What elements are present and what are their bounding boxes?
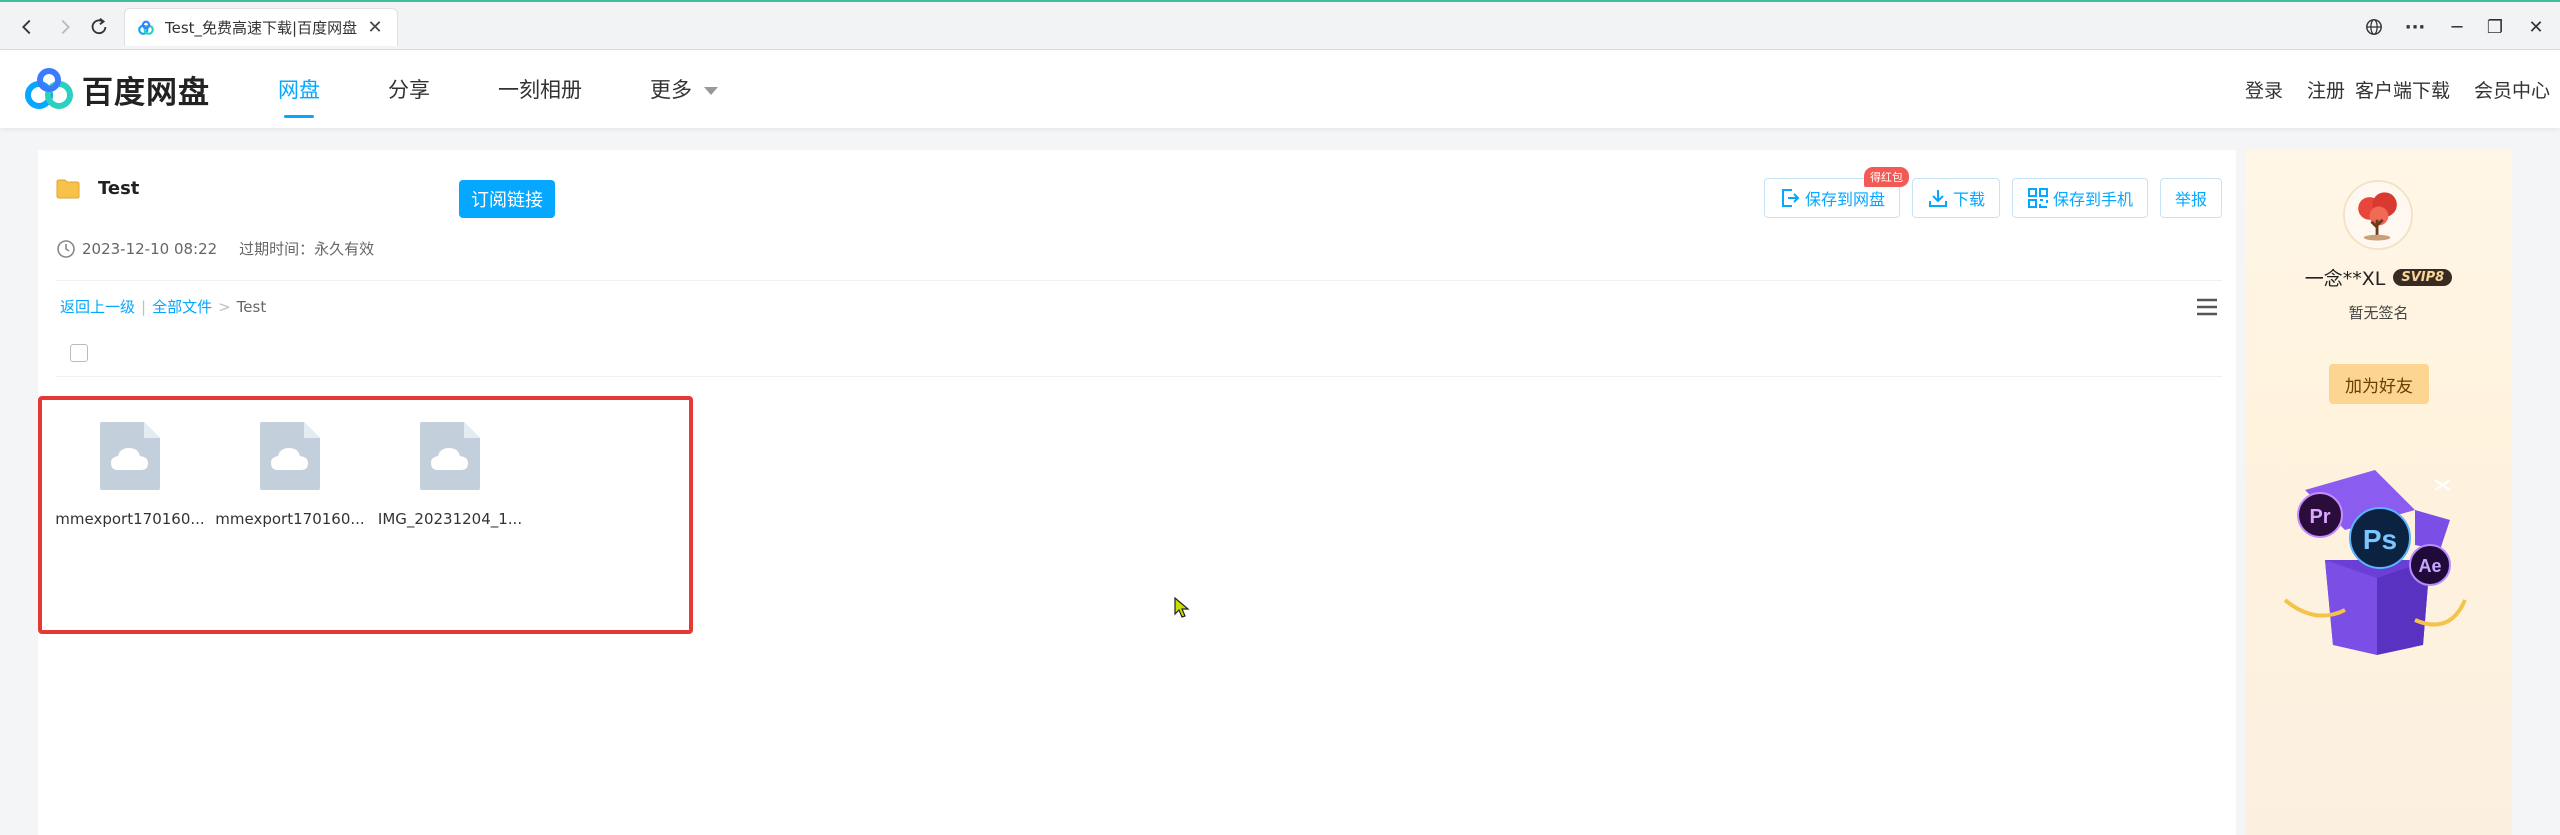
reload-icon[interactable] [84,12,114,42]
client-download-link[interactable]: 客户端下载 [2355,76,2450,103]
breadcrumb-separator: | [141,297,147,316]
sharer-signature: 暂无签名 [2348,304,2409,322]
save-to-cloud-button[interactable]: 保存到网盘 得红包 [1763,167,1909,218]
report-button[interactable]: 举报 [2159,178,2222,218]
minimize-icon[interactable]: ─ [2440,12,2474,42]
save-to-cloud-icon [1781,189,1800,207]
file-item[interactable]: IMG_20231204_1... [375,420,525,528]
site-header: 百度网盘 网盘 分享 一刻相册 更多 登录 注册 客户端下载 会员中心 [0,50,2560,128]
breadcrumb-arrow: > [218,297,231,316]
share-title-row: Test [56,178,139,199]
file-item[interactable]: mmexport170160... [215,420,365,528]
breadcrumb-all-files-link[interactable]: 全部文件 [152,296,212,317]
premiere-icon: Pr [2297,492,2343,538]
save-to-cloud-label: 保存到网盘 [1804,190,1885,209]
after-effects-icon: Ae [2409,544,2451,586]
folder-icon [56,179,80,198]
sharer-username-row: 一念**XL SVIP8 [2245,264,2512,291]
globe-icon[interactable] [2357,12,2391,42]
file-name: mmexport170160... [55,510,205,528]
tree-avatar-icon [2345,182,2411,248]
window-close-icon[interactable]: ✕ [2519,12,2553,42]
after-effects-label: Ae [2418,556,2441,576]
more-menu-icon[interactable]: ··· [2398,12,2432,42]
software-gift-box-promo[interactable]: Pr Ps Ae [2265,450,2495,665]
share-content-panel: Test 订阅链接 2023-12-10 08:22 过期时间：永久有效 保存到… [38,150,2236,835]
download-label: 下载 [1952,190,1985,209]
register-link[interactable]: 注册 [2307,76,2345,103]
share-meta: 2023-12-10 08:22 过期时间：永久有效 [56,238,374,259]
save-to-phone-label: 保存到手机 [2052,190,2133,209]
browser-tab[interactable]: Test_免费高速下载|百度网盘 ✕ [124,8,398,46]
add-friend-button[interactable]: 加为好友 [2329,364,2429,404]
list-view-icon[interactable] [2194,294,2220,320]
browser-titlebar: Test_免费高速下载|百度网盘 ✕ ··· ─ ❐ ✕ [0,0,2560,50]
nav-item-share[interactable]: 分享 [388,50,430,128]
cloud-file-icon [260,422,320,490]
download-icon [1928,190,1947,207]
select-all-checkbox[interactable] [70,344,88,362]
forward-icon[interactable] [50,12,80,42]
nav-item-netdisk[interactable]: 网盘 [278,50,320,128]
main-nav: 网盘 分享 一刻相册 更多 [278,50,786,128]
breadcrumb-current: Test [236,297,267,316]
share-expire-time: 过期时间：永久有效 [239,240,375,258]
back-icon[interactable] [12,12,42,42]
photoshop-icon: Ps [2349,507,2411,569]
share-created-time: 2023-12-10 08:22 [82,239,218,258]
mouse-cursor-icon [1174,597,1190,618]
brand-name: 百度网盘 [82,74,210,111]
header-divider [56,280,2222,281]
tab-title: Test_免费高速下载|百度网盘 [165,19,358,37]
premiere-label: Pr [2309,506,2330,528]
file-name: IMG_20231204_1... [377,510,523,528]
baidu-pan-favicon-icon [138,20,154,35]
login-link[interactable]: 登录 [2245,76,2283,103]
nav-item-album[interactable]: 一刻相册 [498,50,582,128]
vip-level-badge: SVIP8 [2393,269,2453,286]
subscribe-link-button[interactable]: 订阅链接 [459,180,555,218]
brand-logo[interactable]: 百度网盘 [24,66,210,112]
tab-close-icon[interactable]: ✕ [365,17,385,38]
account-nav: 登录 注册 客户端下载 会员中心 [2221,50,2550,128]
share-actions: 保存到网盘 得红包 下载 保存到手机 举报 [1752,167,2222,218]
list-divider [56,376,2222,377]
save-to-phone-button[interactable]: 保存到手机 [2011,178,2148,218]
cloud-file-icon [420,422,480,490]
qr-code-icon [2027,188,2048,208]
download-button[interactable]: 下载 [1911,178,2000,218]
avatar[interactable] [2343,180,2413,250]
sharer-profile-panel: 一念**XL SVIP8 暂无签名 加为好友 Pr Ps Ae [2245,150,2512,835]
photoshop-label: Ps [2363,524,2397,555]
vip-center-link[interactable]: 会员中心 [2474,76,2550,103]
clock-icon [57,239,75,258]
chevron-down-icon [704,87,718,95]
baidu-pan-logo-icon [25,68,73,109]
sharer-username: 一念**XL [2304,268,2386,290]
file-item[interactable]: mmexport170160... [55,420,205,528]
share-folder-name: Test [98,178,140,199]
red-packet-badge: 得红包 [1863,167,1909,187]
nav-item-more[interactable]: 更多 [650,50,718,128]
restore-icon[interactable]: ❐ [2478,12,2512,42]
file-name: mmexport170160... [215,510,365,528]
nav-item-more-label: 更多 [650,78,692,102]
breadcrumb: 返回上一级 | 全部文件 > Test [60,296,266,317]
cloud-file-icon [100,422,160,490]
breadcrumb-back-link[interactable]: 返回上一级 [60,296,135,317]
